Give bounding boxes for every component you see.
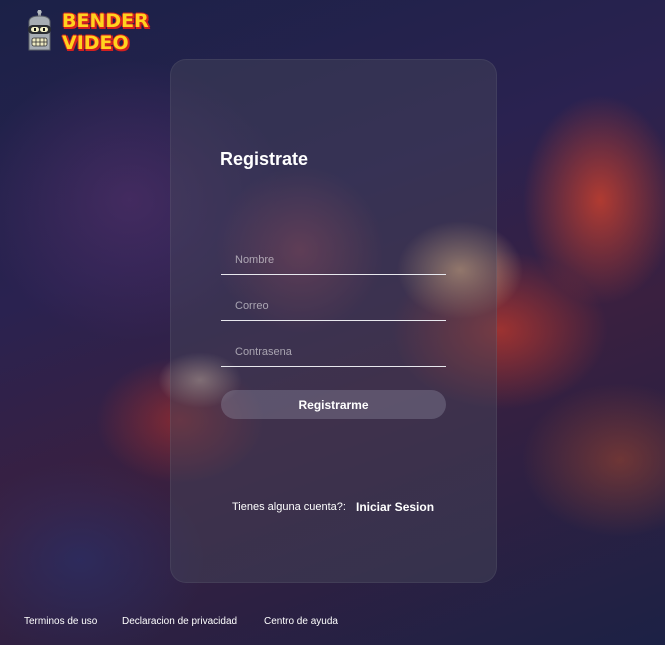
name-input[interactable] [221,245,446,275]
password-input[interactable] [221,337,446,367]
form-title: Registrate [220,149,309,169]
account-prompt: Tienes alguna cuenta?: [232,501,346,513]
brand-name-line2: VIDEO [62,32,129,54]
brand-name-line1: BENDER [62,10,149,32]
signin-link[interactable]: Iniciar Sesion [356,500,434,514]
register-card: Registrate Registrarme Tienes alguna cue… [170,59,497,583]
brand-logo[interactable]: BENDER VIDEO [24,10,164,56]
terms-link[interactable]: Terminos de uso [24,616,97,627]
email-input[interactable] [221,291,446,321]
footer: Terminos de uso Declaracion de privacida… [0,616,665,630]
bender-robot-icon [28,10,51,51]
help-center-link[interactable]: Centro de ayuda [264,616,338,627]
privacy-link[interactable]: Declaracion de privacidad [122,616,237,627]
register-button[interactable]: Registrarme [221,390,446,419]
